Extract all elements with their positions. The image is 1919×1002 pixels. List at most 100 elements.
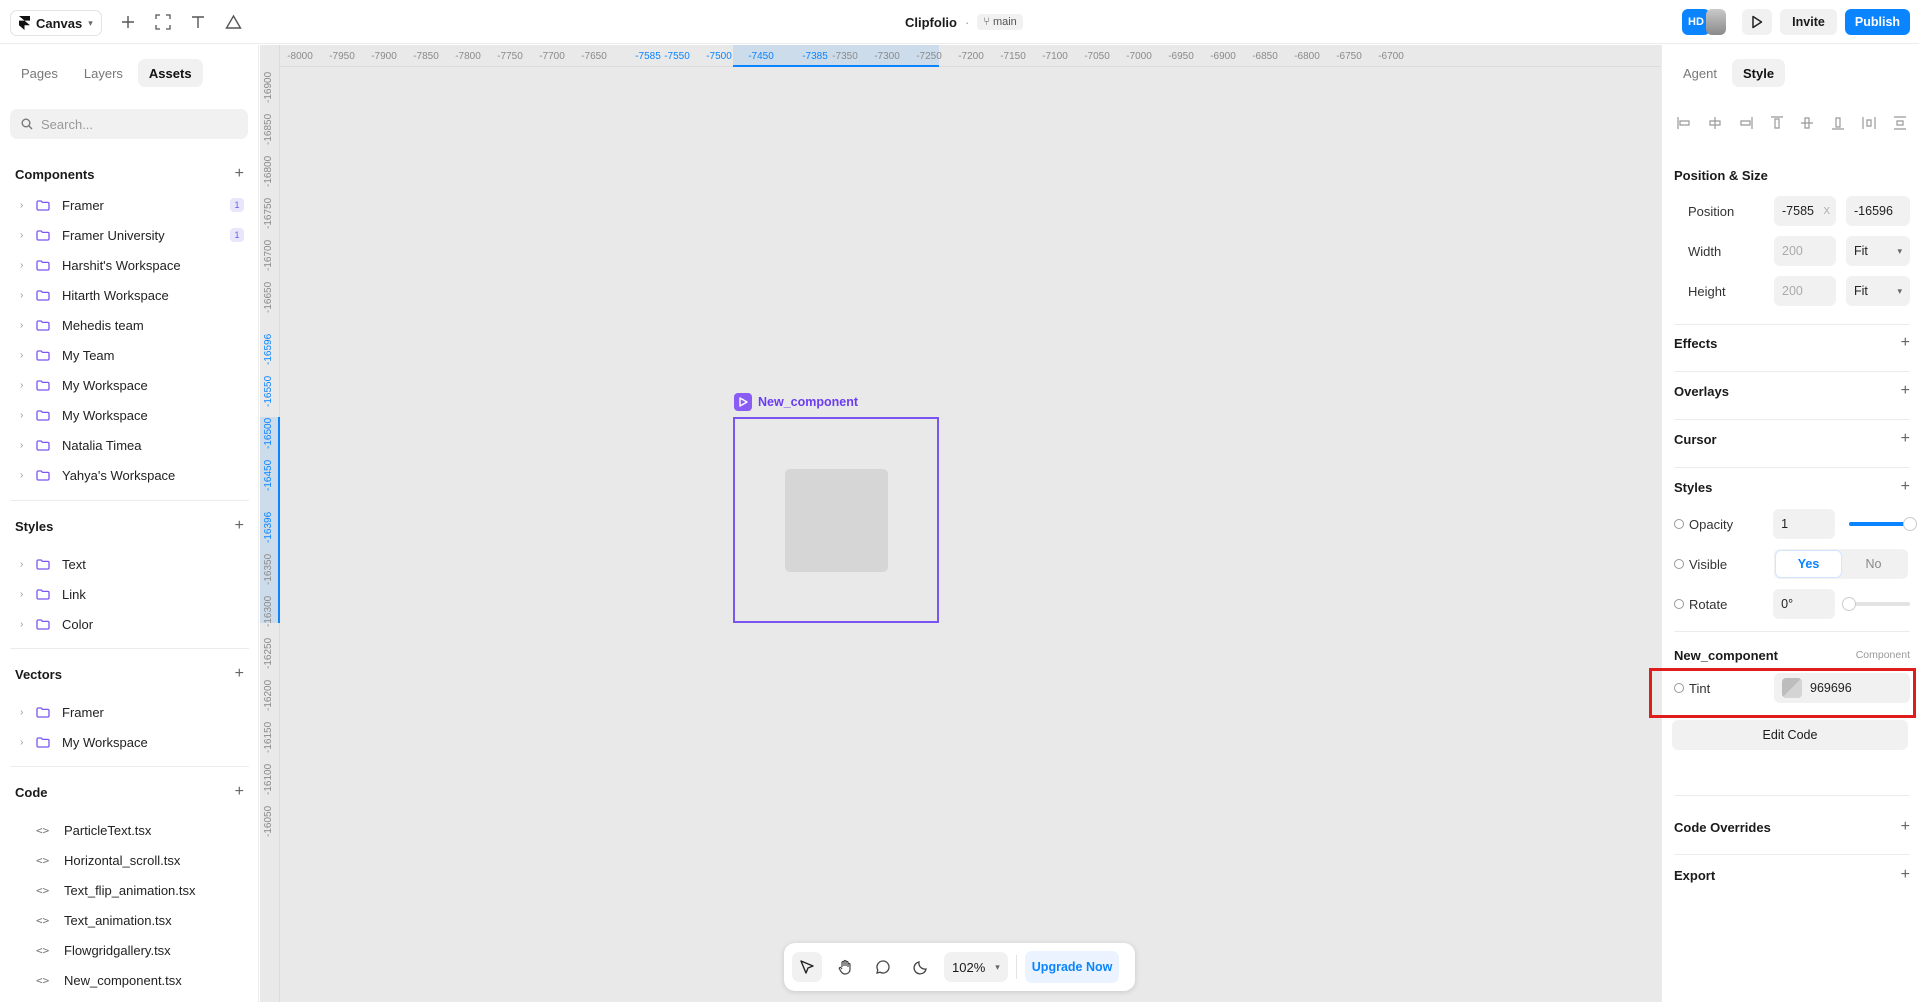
vector-triangle-icon[interactable]	[223, 12, 243, 32]
folder-item[interactable]: › Harshit's Workspace	[0, 250, 258, 280]
zoom-dropdown[interactable]: 102% ▾	[944, 952, 1008, 982]
tab-agent[interactable]: Agent	[1672, 59, 1728, 87]
opacity-field[interactable]: 1	[1773, 509, 1835, 539]
folder-item[interactable]: › Mehedis team	[0, 310, 258, 340]
divider	[10, 766, 249, 767]
component-label[interactable]: New_component	[734, 393, 858, 411]
tab-assets[interactable]: Assets	[137, 59, 203, 87]
rotate-slider-knob[interactable]	[1842, 598, 1855, 610]
position-x-field[interactable]: -7585 X	[1774, 196, 1836, 226]
text-tool-icon[interactable]	[188, 12, 208, 32]
select-tool-button[interactable]	[792, 952, 822, 982]
folder-item[interactable]: › Natalia Timea	[0, 430, 258, 460]
folder-item[interactable]: › Framer 1	[0, 190, 258, 220]
add-vector-plus-icon[interactable]: +	[235, 665, 244, 683]
collaborator-avatar[interactable]	[1706, 9, 1726, 35]
add-cursor-plus-icon[interactable]: +	[1901, 430, 1910, 448]
width-mode-select[interactable]: Fit ▾	[1846, 236, 1910, 266]
chevron-right-icon[interactable]: ›	[20, 737, 30, 748]
hand-tool-button[interactable]	[830, 952, 860, 982]
code-file-item[interactable]: <> ParticleText.tsx	[0, 815, 258, 845]
code-section: Code + <> ParticleText.tsx <> Horizontal_sc…	[0, 781, 258, 995]
canvas-menu-button[interactable]: Canvas ▾	[10, 10, 102, 36]
comment-tool-button[interactable]	[868, 952, 898, 982]
insert-plus-icon[interactable]	[118, 12, 138, 32]
distribute-horizontal-icon[interactable]	[1861, 115, 1877, 131]
edit-code-button[interactable]: Edit Code	[1672, 720, 1908, 750]
invite-button[interactable]: Invite	[1780, 9, 1837, 35]
preview-play-button[interactable]	[1742, 9, 1772, 35]
opacity-slider[interactable]	[1848, 518, 1917, 530]
rotate-slider[interactable]	[1842, 598, 1911, 610]
visible-yes-option[interactable]: Yes	[1776, 551, 1841, 577]
tab-style[interactable]: Style	[1731, 59, 1786, 87]
add-code-override-plus-icon[interactable]: +	[1901, 818, 1910, 836]
code-file-item[interactable]: <> New_component.tsx	[0, 965, 258, 995]
folder-item[interactable]: › My Workspace	[0, 370, 258, 400]
folder-item[interactable]: › Framer	[0, 697, 258, 727]
chevron-right-icon[interactable]: ›	[20, 559, 30, 570]
ruler-tick-label: -7750	[497, 51, 523, 62]
align-left-icon[interactable]	[1676, 115, 1692, 131]
selected-component-frame[interactable]	[733, 417, 939, 623]
design-canvas[interactable]: -8000 -7950 -7900 -7850 -7800 -7750 -7700 -7650…	[260, 45, 1661, 1002]
chevron-right-icon[interactable]: ›	[20, 290, 30, 301]
folder-item[interactable]: › Yahya's Workspace	[0, 460, 258, 490]
add-component-plus-icon[interactable]: +	[235, 165, 244, 183]
branch-selector[interactable]: ⑂ main	[977, 14, 1023, 30]
distribute-vertical-icon[interactable]	[1892, 115, 1908, 131]
chevron-right-icon[interactable]: ›	[20, 410, 30, 421]
chevron-right-icon[interactable]: ›	[20, 707, 30, 718]
align-center-horizontal-icon[interactable]	[1707, 115, 1723, 131]
chevron-right-icon[interactable]: ›	[20, 440, 30, 451]
add-overlay-plus-icon[interactable]: +	[1901, 382, 1910, 400]
add-code-plus-icon[interactable]: +	[235, 783, 244, 801]
chevron-right-icon[interactable]: ›	[20, 320, 30, 331]
align-bottom-icon[interactable]	[1830, 115, 1846, 131]
folder-item[interactable]: › Framer University 1	[0, 220, 258, 250]
assets-search-input[interactable]: Search...	[10, 109, 248, 139]
add-export-plus-icon[interactable]: +	[1901, 866, 1910, 884]
chevron-right-icon[interactable]: ›	[20, 230, 30, 241]
chevron-right-icon[interactable]: ›	[20, 470, 30, 481]
add-style-plus-icon[interactable]: +	[235, 517, 244, 535]
opacity-slider-knob[interactable]	[1904, 518, 1917, 530]
upgrade-now-button[interactable]: Upgrade Now	[1024, 951, 1120, 983]
count-badge: 1	[230, 228, 244, 242]
folder-item[interactable]: › Hitarth Workspace	[0, 280, 258, 310]
align-center-vertical-icon[interactable]	[1799, 115, 1815, 131]
folder-item[interactable]: › My Workspace	[0, 727, 258, 757]
add-style-prop-plus-icon[interactable]: +	[1901, 478, 1910, 496]
publish-button[interactable]: Publish	[1845, 9, 1910, 35]
folder-item[interactable]: › My Workspace	[0, 400, 258, 430]
height-field[interactable]: 200	[1774, 276, 1836, 306]
chevron-right-icon[interactable]: ›	[20, 200, 30, 211]
height-mode-select[interactable]: Fit ▾	[1846, 276, 1910, 306]
rotate-field[interactable]: 0°	[1773, 589, 1835, 619]
align-right-icon[interactable]	[1738, 115, 1754, 131]
tab-pages[interactable]: Pages	[10, 59, 69, 87]
folder-item[interactable]: › Link	[0, 579, 258, 609]
add-effect-plus-icon[interactable]: +	[1901, 334, 1910, 352]
folder-item[interactable]: › Color	[0, 609, 258, 639]
tab-layers[interactable]: Layers	[73, 59, 134, 87]
position-label: Position	[1688, 203, 1735, 219]
chevron-right-icon[interactable]: ›	[20, 350, 30, 361]
chevron-right-icon[interactable]: ›	[20, 380, 30, 391]
align-top-icon[interactable]	[1769, 115, 1785, 131]
folder-item[interactable]: › My Team	[0, 340, 258, 370]
chevron-right-icon[interactable]: ›	[20, 589, 30, 600]
folder-item[interactable]: › Text	[0, 549, 258, 579]
position-y-field[interactable]: -16596	[1846, 196, 1910, 226]
code-file-item[interactable]: <> Flowgridgallery.tsx	[0, 935, 258, 965]
code-file-item[interactable]: <> Horizontal_scroll.tsx	[0, 845, 258, 875]
dark-mode-toggle[interactable]	[906, 952, 936, 982]
frame-tool-icon[interactable]	[153, 12, 173, 32]
code-file-item[interactable]: <> Text_animation.tsx	[0, 905, 258, 935]
folder-icon	[36, 736, 50, 748]
visible-no-option[interactable]: No	[1841, 551, 1906, 577]
chevron-right-icon[interactable]: ›	[20, 619, 30, 630]
code-file-item[interactable]: <> Text_flip_animation.tsx	[0, 875, 258, 905]
chevron-right-icon[interactable]: ›	[20, 260, 30, 271]
width-field[interactable]: 200	[1774, 236, 1836, 266]
